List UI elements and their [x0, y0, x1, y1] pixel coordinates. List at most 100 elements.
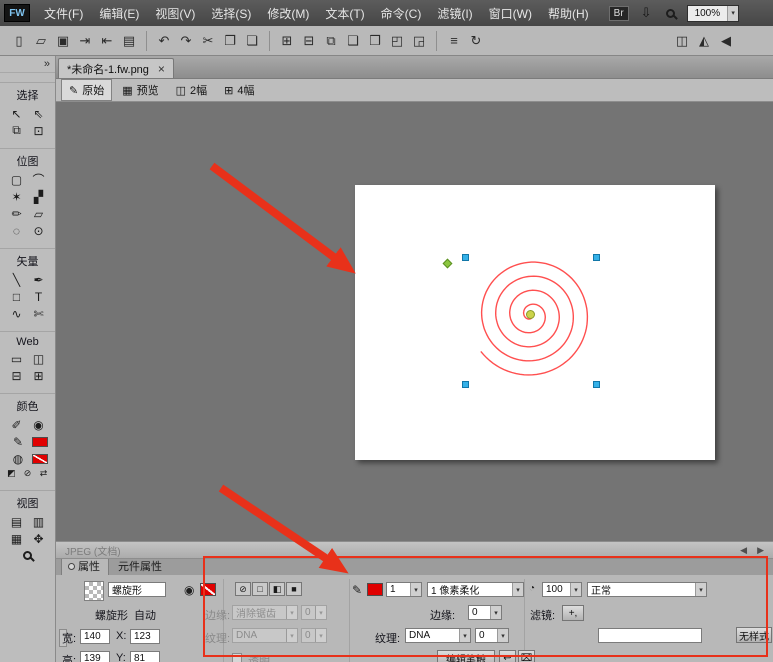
- lasso-tool-icon[interactable]: ⌒: [28, 171, 50, 188]
- view-tab-original[interactable]: ✎ 原始: [61, 79, 112, 101]
- no-style-button[interactable]: 无样式: [736, 627, 772, 643]
- tab-properties[interactable]: 属性: [61, 558, 109, 575]
- hide-slices-icon[interactable]: ⊟: [298, 31, 320, 51]
- eyedropper-tool-icon[interactable]: ✐: [6, 416, 28, 433]
- crop-tool-icon[interactable]: ⊡: [28, 122, 50, 139]
- subselection-tool-icon[interactable]: ⇖: [28, 105, 50, 122]
- menu-select[interactable]: 选择(S): [203, 5, 259, 22]
- spiral-shape[interactable]: [355, 185, 715, 460]
- zoom-level-dropdown[interactable]: 100%: [687, 5, 740, 22]
- stroke-edge-amount[interactable]: 0: [468, 605, 502, 620]
- search-icon[interactable]: [666, 9, 675, 18]
- width-input[interactable]: [80, 629, 110, 644]
- rotate-icon[interactable]: ↻: [465, 31, 487, 51]
- fill-color-well[interactable]: [200, 583, 216, 596]
- y-input[interactable]: [130, 651, 160, 662]
- flip-horizontal-icon[interactable]: ◫: [671, 31, 693, 51]
- marquee-tool-icon[interactable]: ▢: [6, 171, 28, 188]
- stroke-size-dropdown[interactable]: 1: [386, 582, 422, 597]
- stroke-category-dropdown[interactable]: 1 像素柔化: [427, 582, 524, 597]
- ungroup-icon[interactable]: ❒: [364, 31, 386, 51]
- hand-tool-icon[interactable]: ✥: [28, 530, 50, 547]
- clone-icon[interactable]: ⧉: [320, 31, 342, 51]
- magic-wand-tool-icon[interactable]: ✶: [6, 188, 28, 205]
- delete-stroke-icon[interactable]: ⌧: [518, 650, 535, 662]
- height-input[interactable]: [80, 651, 110, 662]
- undo-icon[interactable]: ↶: [153, 31, 175, 51]
- menu-filters[interactable]: 滤镜(I): [429, 5, 480, 22]
- print-icon[interactable]: ▤: [118, 31, 140, 51]
- hotspot-tool-icon[interactable]: ▭: [6, 350, 28, 367]
- standard-screen-mode-icon[interactable]: ▤: [6, 513, 28, 530]
- save-icon[interactable]: ▣: [52, 31, 74, 51]
- pen-tool-icon[interactable]: ✒: [28, 271, 50, 288]
- default-colors-icon[interactable]: ◩: [5, 467, 19, 480]
- bring-to-front-icon[interactable]: ◰: [386, 31, 408, 51]
- paint-bucket-tool-icon[interactable]: ◉: [28, 416, 50, 433]
- stroke-reset-icon[interactable]: ↩: [499, 650, 516, 662]
- fill-option-solid[interactable]: ■: [286, 582, 302, 596]
- pencil-tool-icon[interactable]: ✏: [6, 205, 28, 222]
- text-tool-icon[interactable]: T: [28, 288, 50, 305]
- selection-handle-nw[interactable]: [462, 254, 469, 261]
- select-behind-tool-icon[interactable]: ⧉: [6, 122, 28, 139]
- shape-name-input[interactable]: [108, 582, 166, 597]
- eraser-tool-icon[interactable]: ▱: [28, 205, 50, 222]
- send-to-back-icon[interactable]: ◲: [408, 31, 430, 51]
- menu-file[interactable]: 文件(F): [36, 5, 91, 22]
- device-preview-icon[interactable]: ⇩: [641, 5, 652, 21]
- edit-stroke-button[interactable]: 编辑笔触: [437, 650, 495, 662]
- show-hotspots-icon[interactable]: ⊞: [28, 367, 50, 384]
- view-tab-4up[interactable]: ⊞ 4幅: [217, 80, 261, 100]
- fill-option-gradient[interactable]: ◧: [269, 582, 285, 596]
- blur-tool-icon[interactable]: ◌: [6, 222, 28, 239]
- menu-commands[interactable]: 命令(C): [373, 5, 430, 22]
- menu-view[interactable]: 视图(V): [147, 5, 203, 22]
- menu-window[interactable]: 窗口(W): [481, 5, 540, 22]
- bridge-button[interactable]: Br: [609, 6, 629, 21]
- freeform-tool-icon[interactable]: ∿: [6, 305, 28, 322]
- collapse-panel-button[interactable]: »: [0, 56, 55, 73]
- paste-icon[interactable]: ❏: [241, 31, 263, 51]
- close-icon[interactable]: ×: [158, 63, 165, 75]
- document-tab[interactable]: *未命名-1.fw.png ×: [58, 58, 174, 78]
- add-filter-button[interactable]: +,: [562, 605, 584, 621]
- pointer-tool-icon[interactable]: ↖: [6, 105, 28, 122]
- full-screen-with-menus-icon[interactable]: ▥: [28, 513, 50, 530]
- redo-icon[interactable]: ↷: [175, 31, 197, 51]
- cut-icon[interactable]: ✂: [197, 31, 219, 51]
- brush-tool-icon[interactable]: ▞: [28, 188, 50, 205]
- x-input[interactable]: [130, 629, 160, 644]
- selection-handle-ne[interactable]: [593, 254, 600, 261]
- zoom-tool-icon[interactable]: [17, 547, 39, 564]
- style-name-input[interactable]: [598, 628, 702, 643]
- fill-color-well[interactable]: [32, 454, 48, 464]
- full-screen-mode-icon[interactable]: ▦: [6, 530, 28, 547]
- stroke-color-well[interactable]: [367, 583, 383, 596]
- new-document-icon[interactable]: ▯: [8, 31, 30, 51]
- align-icon[interactable]: ≡: [443, 31, 465, 51]
- previous-page-icon[interactable]: ◀: [740, 545, 747, 556]
- export-icon[interactable]: ⇤: [96, 31, 118, 51]
- slice-tool-icon[interactable]: ◫: [28, 350, 50, 367]
- opacity-dropdown[interactable]: 100: [542, 582, 582, 597]
- menu-edit[interactable]: 编辑(E): [91, 5, 147, 22]
- copy-icon[interactable]: ❐: [219, 31, 241, 51]
- hide-hotspots-icon[interactable]: ⊟: [6, 367, 28, 384]
- group-icon[interactable]: ❑: [342, 31, 364, 51]
- stroke-texture-dropdown[interactable]: DNA: [405, 628, 471, 643]
- canvas[interactable]: [355, 185, 715, 460]
- open-icon[interactable]: ▱: [30, 31, 52, 51]
- selection-handle-sw[interactable]: [462, 381, 469, 388]
- stroke-color-well[interactable]: [32, 437, 48, 447]
- selection-handle-se[interactable]: [593, 381, 600, 388]
- menu-modify[interactable]: 修改(M): [259, 5, 317, 22]
- rubber-stamp-tool-icon[interactable]: ⊙: [28, 222, 50, 239]
- spiral-center-point[interactable]: [526, 310, 535, 319]
- fill-option-none[interactable]: ⊘: [235, 582, 251, 596]
- rectangle-tool-icon[interactable]: □: [6, 288, 28, 305]
- back-icon[interactable]: ◀: [715, 31, 737, 51]
- flip-vertical-icon[interactable]: ◭: [693, 31, 715, 51]
- menu-text[interactable]: 文本(T): [317, 5, 372, 22]
- menu-help[interactable]: 帮助(H): [540, 5, 597, 22]
